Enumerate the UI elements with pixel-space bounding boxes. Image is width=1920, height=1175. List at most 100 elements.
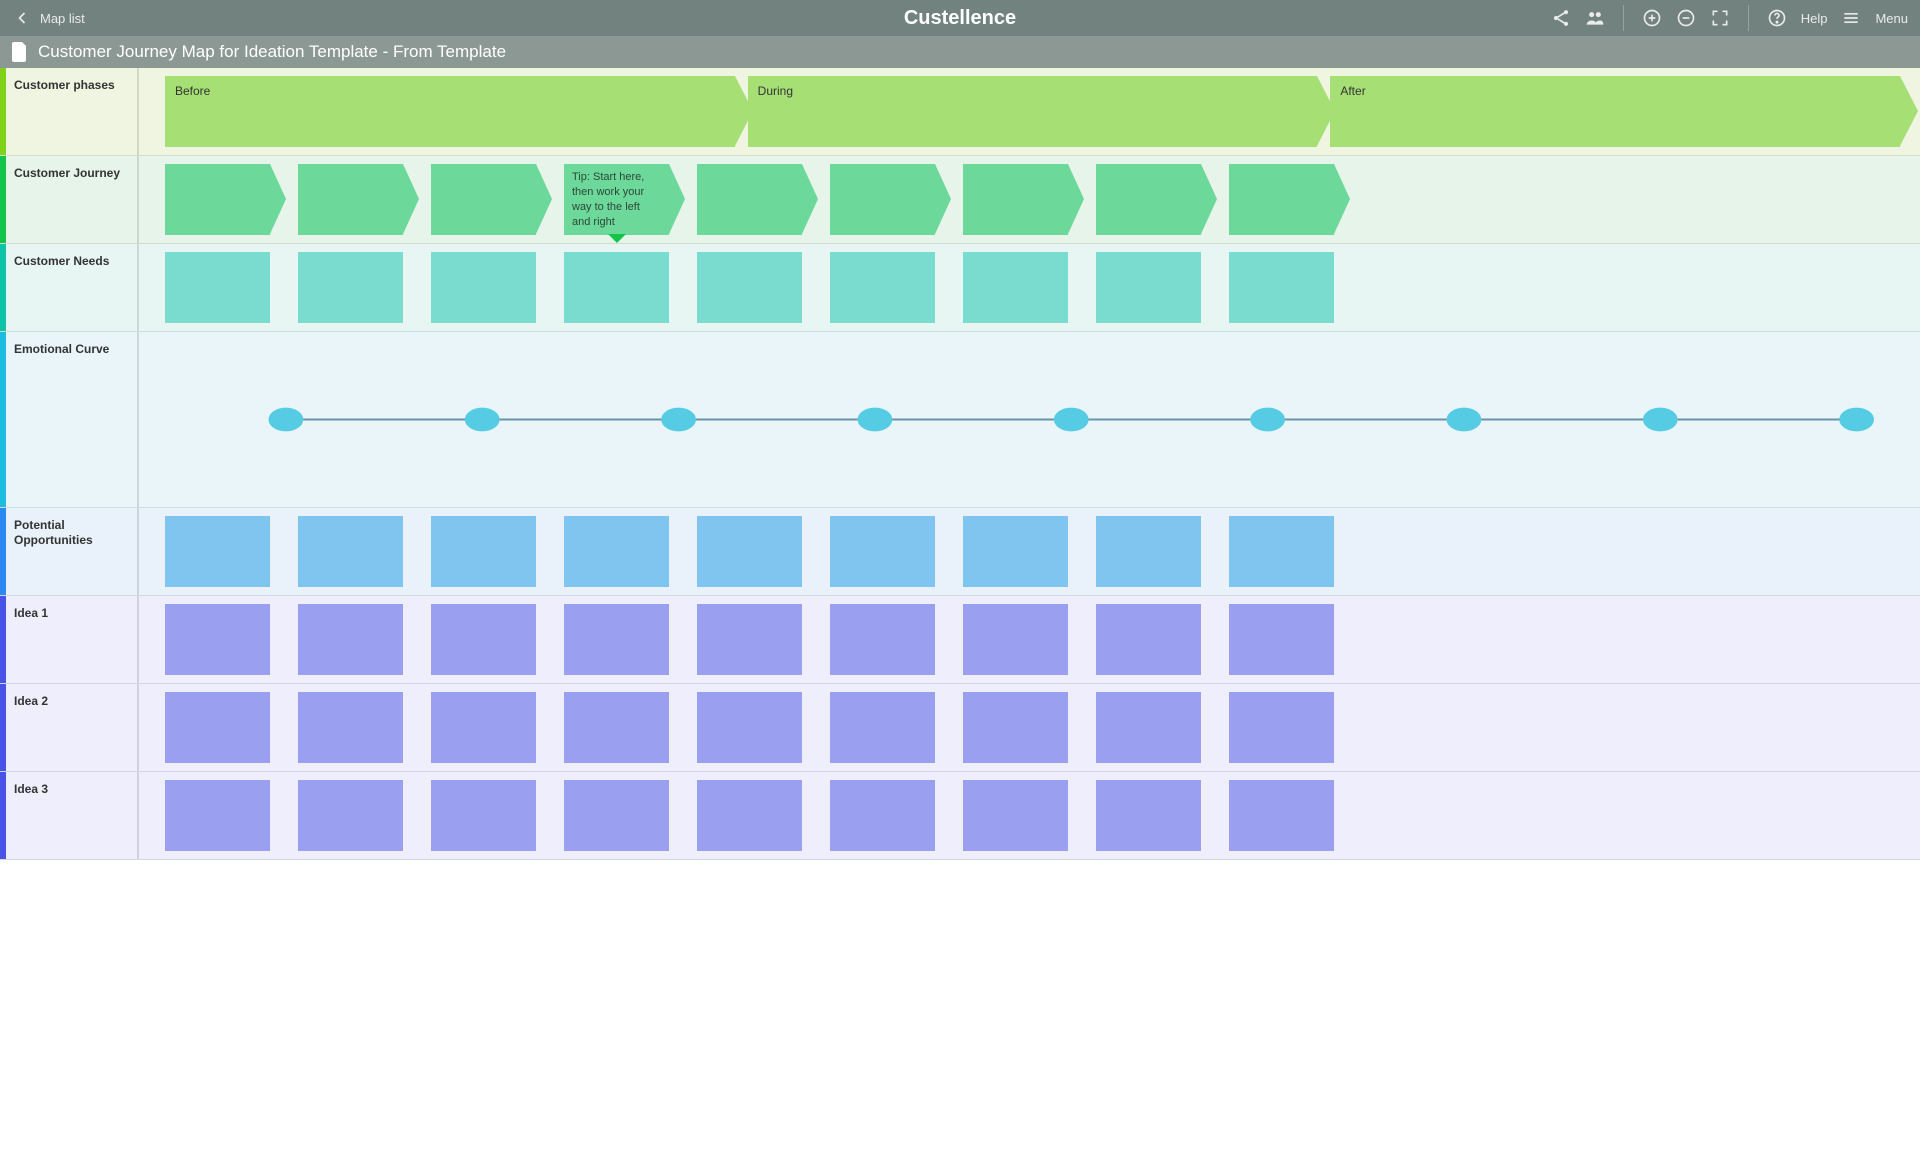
phase-card[interactable]: Before: [165, 76, 735, 147]
phase-card[interactable]: After: [1330, 76, 1900, 147]
opp-card[interactable]: [697, 516, 802, 587]
opp-card[interactable]: [1229, 516, 1334, 587]
idea-card[interactable]: [1229, 692, 1334, 763]
lane-label[interactable]: Idea 2: [6, 684, 139, 771]
needs-card[interactable]: [298, 252, 403, 323]
phase-card[interactable]: During: [748, 76, 1318, 147]
map-title[interactable]: Customer Journey Map for Ideation Templa…: [38, 42, 506, 62]
journey-canvas[interactable]: Customer phases BeforeDuringAfter Custom…: [0, 68, 1920, 1175]
lane-customer-journey: Customer Journey Tip: Start here, then w…: [0, 156, 1920, 244]
idea-card[interactable]: [564, 604, 669, 675]
fullscreen-icon[interactable]: [1710, 8, 1730, 28]
lane-label[interactable]: Customer Journey: [6, 156, 139, 243]
journey-card[interactable]: Tip: Start here, then work your way to t…: [564, 164, 669, 235]
idea-card[interactable]: [830, 604, 935, 675]
emotion-point[interactable]: [1054, 408, 1089, 432]
topbar: Map list Custellence Help Menu: [0, 0, 1920, 36]
idea-card[interactable]: [165, 692, 270, 763]
needs-card[interactable]: [697, 252, 802, 323]
idea-card[interactable]: [963, 692, 1068, 763]
lane-label[interactable]: Emotional Curve: [6, 332, 139, 507]
emotional-curve-chart[interactable]: [165, 332, 1900, 507]
idea-card[interactable]: [697, 692, 802, 763]
separator: [1748, 5, 1749, 31]
idea-card[interactable]: [298, 692, 403, 763]
needs-card[interactable]: [1229, 252, 1334, 323]
idea-card[interactable]: [1229, 604, 1334, 675]
lane-customer-needs: Customer Needs: [0, 244, 1920, 332]
idea-card[interactable]: [431, 692, 536, 763]
idea-card[interactable]: [298, 604, 403, 675]
journey-card[interactable]: [165, 164, 270, 235]
journey-card[interactable]: [963, 164, 1068, 235]
lane-label[interactable]: Idea 3: [6, 772, 139, 859]
emotion-point[interactable]: [1643, 408, 1678, 432]
emotion-point[interactable]: [661, 408, 696, 432]
emotion-point[interactable]: [858, 408, 893, 432]
emotion-point[interactable]: [1839, 408, 1874, 432]
journey-card[interactable]: [697, 164, 802, 235]
journey-card[interactable]: [830, 164, 935, 235]
idea-card[interactable]: [1229, 780, 1334, 851]
needs-card[interactable]: [963, 252, 1068, 323]
lane-idea: Idea 1: [0, 596, 1920, 684]
idea-card[interactable]: [830, 780, 935, 851]
help-icon[interactable]: [1767, 8, 1787, 28]
chevron-down-icon: [608, 234, 626, 243]
opp-card[interactable]: [165, 516, 270, 587]
idea-card[interactable]: [963, 604, 1068, 675]
zoom-in-icon[interactable]: [1642, 8, 1662, 28]
needs-card[interactable]: [1096, 252, 1201, 323]
opp-card[interactable]: [1096, 516, 1201, 587]
idea-card[interactable]: [298, 780, 403, 851]
idea-card[interactable]: [431, 780, 536, 851]
zoom-out-icon[interactable]: [1676, 8, 1696, 28]
idea-card[interactable]: [697, 780, 802, 851]
journey-card[interactable]: [1229, 164, 1334, 235]
opp-card[interactable]: [298, 516, 403, 587]
share-icon[interactable]: [1551, 8, 1571, 28]
lane-label[interactable]: Potential Opportunities: [6, 508, 139, 595]
emotion-point[interactable]: [1250, 408, 1285, 432]
menu-icon[interactable]: [1841, 8, 1861, 28]
emotion-point[interactable]: [269, 408, 304, 432]
back-arrow-icon[interactable]: [12, 8, 32, 28]
needs-card[interactable]: [564, 252, 669, 323]
emotion-point[interactable]: [1447, 408, 1482, 432]
needs-card[interactable]: [431, 252, 536, 323]
menu-link[interactable]: Menu: [1875, 11, 1908, 26]
journey-card[interactable]: [1096, 164, 1201, 235]
needs-card[interactable]: [165, 252, 270, 323]
idea-card[interactable]: [165, 780, 270, 851]
opp-card[interactable]: [564, 516, 669, 587]
idea-card[interactable]: [564, 692, 669, 763]
idea-card[interactable]: [830, 692, 935, 763]
idea-card[interactable]: [1096, 604, 1201, 675]
opp-card[interactable]: [963, 516, 1068, 587]
lane-label[interactable]: Customer phases: [6, 68, 139, 155]
lane-customer-phases: Customer phases BeforeDuringAfter: [0, 68, 1920, 156]
opp-card[interactable]: [830, 516, 935, 587]
idea-card[interactable]: [1096, 692, 1201, 763]
lane-label[interactable]: Idea 1: [6, 596, 139, 683]
subheader: Customer Journey Map for Ideation Templa…: [0, 36, 1920, 68]
collaborators-icon[interactable]: [1585, 8, 1605, 28]
lane-label[interactable]: Customer Needs: [6, 244, 139, 331]
brand-logo: Custellence: [904, 7, 1016, 30]
needs-card[interactable]: [830, 252, 935, 323]
idea-card[interactable]: [1096, 780, 1201, 851]
journey-card[interactable]: [431, 164, 536, 235]
document-icon: [12, 42, 28, 62]
emotion-point[interactable]: [465, 408, 500, 432]
lane-potential-opportunities: Potential Opportunities: [0, 508, 1920, 596]
idea-card[interactable]: [564, 780, 669, 851]
idea-card[interactable]: [431, 604, 536, 675]
map-list-link[interactable]: Map list: [40, 11, 85, 26]
idea-card[interactable]: [165, 604, 270, 675]
idea-card[interactable]: [697, 604, 802, 675]
journey-card[interactable]: [298, 164, 403, 235]
lane-idea: Idea 3: [0, 772, 1920, 860]
help-link[interactable]: Help: [1801, 11, 1828, 26]
idea-card[interactable]: [963, 780, 1068, 851]
opp-card[interactable]: [431, 516, 536, 587]
